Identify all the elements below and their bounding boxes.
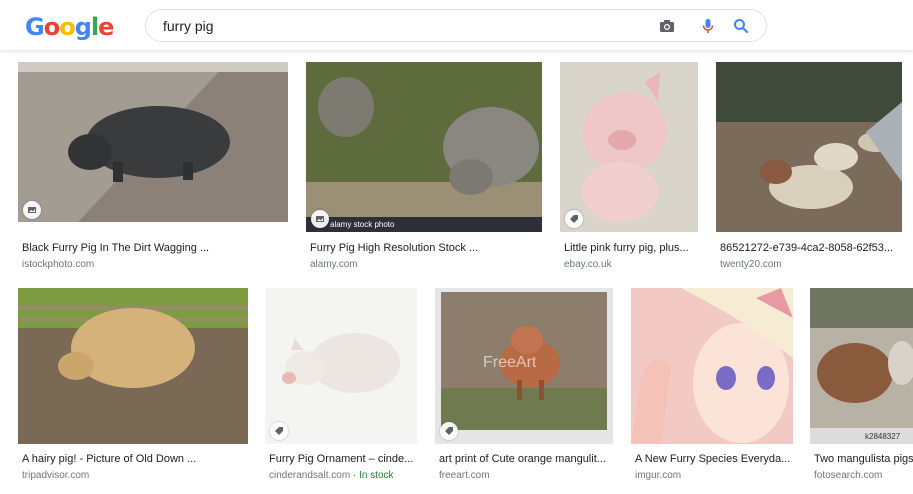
- logo-letter: o: [59, 13, 75, 41]
- microphone-icon[interactable]: [699, 17, 717, 35]
- search-box[interactable]: [145, 9, 767, 42]
- tag-icon: [270, 422, 288, 440]
- result-source: istockphoto.com: [22, 259, 95, 270]
- result-title[interactable]: Furry Pig High Resolution Stock ...: [310, 242, 538, 254]
- image-result[interactable]: Black Furry Pig In The Dirt Wagging ... …: [18, 62, 288, 274]
- result-source: imgur.com: [635, 470, 682, 481]
- result-source: fotosearch.com: [814, 470, 883, 481]
- result-thumbnail[interactable]: [560, 62, 698, 232]
- in-stock-label: · In stock: [350, 470, 394, 481]
- logo-letter: G: [25, 13, 45, 41]
- result-title[interactable]: Black Furry Pig In The Dirt Wagging ...: [22, 242, 284, 254]
- result-source: alamy.com: [310, 259, 358, 270]
- image-icon: [311, 210, 329, 228]
- tag-icon: [565, 210, 583, 228]
- logo-letter: g: [74, 13, 92, 41]
- image-icon: [23, 201, 41, 219]
- result-title[interactable]: 86521272-e739-4ca2-8058-62f53...: [720, 242, 902, 254]
- watermark: FreeArt: [483, 354, 537, 371]
- image-result[interactable]: A hairy pig! - Picture of Old Down ... t…: [18, 288, 248, 494]
- result-source: cinderandsalt.com · In stock: [269, 470, 394, 481]
- camera-icon[interactable]: [658, 17, 676, 35]
- image-result[interactable]: alamy stock photo Furry Pig High Resolut…: [306, 62, 542, 274]
- result-thumbnail[interactable]: alamy stock photo: [306, 62, 542, 232]
- watermark: alamy stock photo: [330, 220, 395, 229]
- search-icon[interactable]: [732, 17, 750, 35]
- image-result[interactable]: k2848327 Two mangulista pigs fotosearch.…: [810, 288, 913, 494]
- tag-icon: [440, 422, 458, 440]
- result-thumbnail[interactable]: [18, 62, 288, 222]
- image-results-grid: Black Furry Pig In The Dirt Wagging ... …: [0, 50, 913, 494]
- result-title[interactable]: A hairy pig! - Picture of Old Down ...: [22, 453, 248, 465]
- result-thumbnail[interactable]: [18, 288, 248, 444]
- logo-letter: l: [90, 13, 99, 41]
- result-thumbnail[interactable]: [265, 288, 417, 444]
- result-thumbnail[interactable]: [631, 288, 793, 444]
- logo-letter: o: [43, 13, 60, 41]
- logo-letter: e: [98, 13, 114, 41]
- result-title[interactable]: art print of Cute orange mangulit...: [439, 453, 613, 465]
- result-title[interactable]: A New Furry Species Everyda...: [635, 453, 793, 465]
- image-result[interactable]: Little pink furry pig, plus... ebay.co.u…: [560, 62, 698, 274]
- watermark: k2848327: [865, 432, 901, 441]
- result-source: ebay.co.uk: [564, 259, 612, 270]
- result-source: tripadvisor.com: [22, 470, 90, 481]
- header: Google: [0, 0, 913, 50]
- google-logo[interactable]: Google: [25, 13, 114, 41]
- image-result[interactable]: Furry Pig Ornament – cinde... cinderands…: [265, 288, 417, 494]
- image-result[interactable]: 86521272-e739-4ca2-8058-62f53... twenty2…: [716, 62, 902, 274]
- image-result[interactable]: A New Furry Species Everyda... imgur.com: [631, 288, 793, 494]
- result-thumbnail[interactable]: FreeArt: [435, 288, 613, 444]
- result-source: freeart.com: [439, 470, 490, 481]
- result-title[interactable]: Little pink furry pig, plus...: [564, 242, 694, 254]
- image-result[interactable]: FreeArt art print of Cute orange manguli…: [435, 288, 613, 494]
- result-thumbnail[interactable]: k2848327: [810, 288, 913, 444]
- search-input[interactable]: [163, 16, 633, 36]
- result-source: twenty20.com: [720, 259, 782, 270]
- result-title[interactable]: Two mangulista pigs: [814, 453, 913, 465]
- result-thumbnail[interactable]: [716, 62, 902, 232]
- result-title[interactable]: Furry Pig Ornament – cinde...: [269, 453, 417, 465]
